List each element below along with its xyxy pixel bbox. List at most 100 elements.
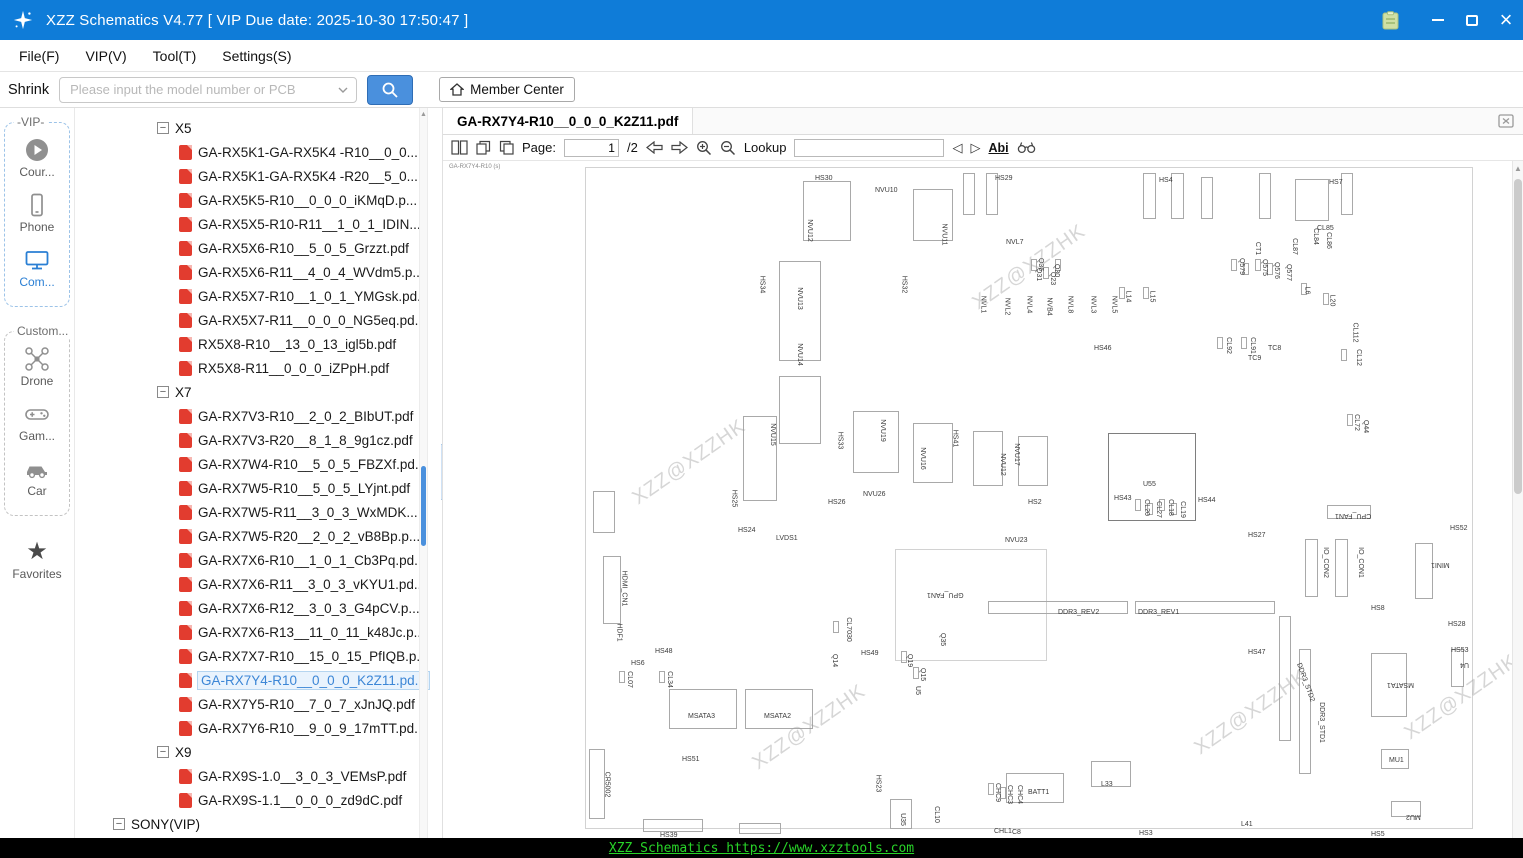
- chevron-down-icon[interactable]: [338, 87, 348, 93]
- tree-file[interactable]: GA-RX7X7-R10__15_0_15_PfIQB.p...: [75, 644, 442, 668]
- menu-toolt[interactable]: Tool(T): [140, 48, 210, 64]
- license-card-icon[interactable]: [1382, 10, 1399, 30]
- schematic-component: [643, 819, 703, 832]
- minimize-button[interactable]: [1421, 0, 1455, 40]
- close-document-icon[interactable]: [1498, 114, 1514, 128]
- tree-file[interactable]: GA-RX7Y4-R10__0_0_0_K2Z11.pd...: [75, 668, 442, 692]
- previous-page-button[interactable]: [645, 141, 663, 154]
- viewer-scrollbar-thumb[interactable]: [1514, 179, 1522, 494]
- tree-file[interactable]: GA-RX5X6-R11__4_0_4_WVdm5.p...: [75, 260, 442, 284]
- next-page-button[interactable]: [671, 141, 688, 154]
- schematic-page[interactable]: GA-RX7Y4-R10 (s) HS30 NVU10 HS29 HS4 HS7 NVU1…: [443, 161, 1523, 838]
- search-button[interactable]: [367, 74, 414, 105]
- schematic-label: IO_CON2: [1321, 547, 1329, 578]
- tree-file[interactable]: GA-RX9S-1.1__0_0_0_zd9dC.pdf: [75, 788, 442, 812]
- tree-file[interactable]: GA-RX5K5-R10__0_0_0_iKMqD.p...: [75, 188, 442, 212]
- collapse-node-icon[interactable]: −: [157, 746, 169, 758]
- schematic-label: CL18: [1166, 499, 1174, 516]
- tree-file[interactable]: GA-RX7X6-R12__3_0_3_G4pCV.p...: [75, 596, 442, 620]
- tree-file-label: RX5X8-R11__0_0_0_iZPpH.pdf: [198, 360, 390, 376]
- schematic-label: CPU_FAN1: [1335, 512, 1372, 519]
- favorites-item[interactable]: ★ Favorites: [0, 540, 74, 582]
- sidebar-item-cour[interactable]: Cour...: [5, 137, 69, 179]
- tree-file[interactable]: RX5X8-R10__13_0_13_igl5b.pdf: [75, 332, 442, 356]
- tree-file[interactable]: GA-RX7W5-R20__2_0_2_vB8Bp.p...: [75, 524, 442, 548]
- lookup-input[interactable]: [794, 138, 945, 157]
- sidebar-item-com[interactable]: Com...: [5, 247, 69, 289]
- member-center-button[interactable]: Member Center: [439, 77, 575, 102]
- custom-section-label: Custom...: [14, 324, 72, 338]
- rotate-right-button[interactable]: [499, 140, 514, 155]
- two-page-view-button[interactable]: [451, 140, 468, 155]
- shrink-button[interactable]: Shrink: [8, 82, 49, 98]
- schematic-component: [833, 621, 839, 633]
- tree-file[interactable]: GA-RX5K1-GA-RX5K4 -R10__0_0...: [75, 140, 442, 164]
- rotate-left-button[interactable]: [476, 140, 491, 155]
- tree-file[interactable]: GA-RX7X6-R11__3_0_3_vKYU1.pd...: [75, 572, 442, 596]
- phone-icon: [24, 192, 50, 218]
- collapse-node-icon[interactable]: −: [157, 122, 169, 134]
- text-select-tool[interactable]: Abi: [988, 141, 1008, 155]
- tree-file-label: GA-RX5K1-GA-RX5K4 -R20__5_0...: [198, 168, 418, 184]
- find-next-button[interactable]: ▷: [970, 140, 980, 156]
- schematic-component: [1259, 173, 1271, 219]
- file-tree-panel: − X5 GA-RX5K1-GA-RX5K4 -R10__0_0... GA-RX5K…: [75, 108, 443, 838]
- tree-group-x7[interactable]: − X7: [75, 380, 442, 404]
- schematic-label: IO_CON1: [1356, 547, 1364, 578]
- sidebar-item-phone[interactable]: Phone: [5, 192, 69, 234]
- tree-file[interactable]: GA-RX5X7-R10__1_0_1_YMGsk.pd...: [75, 284, 442, 308]
- tree-file[interactable]: GA-RX7V3-R10__2_0_2_BIbUT.pdf: [75, 404, 442, 428]
- tree-file[interactable]: GA-RX7Y6-R10__9_0_9_17mTT.pd...: [75, 716, 442, 740]
- pdf-icon: [179, 768, 192, 784]
- menu-settingss[interactable]: Settings(S): [209, 48, 304, 64]
- maximize-button[interactable]: [1455, 0, 1489, 40]
- pdf-icon: [179, 144, 192, 160]
- schematic-label: CL10: [932, 806, 940, 823]
- scroll-up-icon[interactable]: ▲: [1513, 164, 1523, 173]
- tree-file[interactable]: GA-RX5X5-R10-R11__1_0_1_IDIN...: [75, 212, 442, 236]
- advanced-search-button[interactable]: [1017, 141, 1036, 154]
- schematic-label: Q575: [1261, 258, 1269, 277]
- menu-filef[interactable]: File(F): [6, 48, 72, 64]
- tree-group-x9[interactable]: − X9: [75, 740, 442, 764]
- schematic-label: CL19: [1178, 501, 1186, 518]
- tree-file[interactable]: GA-RX5X6-R10__5_0_5_Grzzt.pdf: [75, 236, 442, 260]
- tree-scrollbar-thumb[interactable]: [421, 465, 426, 546]
- tree-file[interactable]: GA-RX9S-1.0__3_0_3_VEMsP.pdf: [75, 764, 442, 788]
- schematic-label: HS3: [1139, 830, 1153, 837]
- collapse-node-icon[interactable]: −: [113, 818, 125, 830]
- find-previous-button[interactable]: ◁: [952, 140, 962, 156]
- menu-vipv[interactable]: VIP(V): [72, 48, 139, 64]
- tree-file[interactable]: GA-RX7W5-R10__5_0_5_LYjnt.pdf: [75, 476, 442, 500]
- tree-file[interactable]: GA-RX7Y5-R10__7_0_7_xJnJQ.pdf: [75, 692, 442, 716]
- schematic-label: CL27: [1154, 501, 1162, 518]
- tree-file[interactable]: RX5X8-R11__0_0_0_iZPpH.pdf: [75, 356, 442, 380]
- tree-group-x5[interactable]: − X5: [75, 116, 442, 140]
- sidebar-item-gam[interactable]: Gam...: [5, 401, 69, 443]
- schematic-label: Q23: [1049, 271, 1057, 286]
- tree-file[interactable]: GA-RX7W5-R11__3_0_3_WxMDK...: [75, 500, 442, 524]
- tree-group-sonyvip[interactable]: − SONY(VIP): [75, 812, 442, 836]
- tree-file[interactable]: GA-RX5K1-GA-RX5K4 -R20__5_0...: [75, 164, 442, 188]
- zoom-out-button[interactable]: [720, 140, 736, 156]
- tree-file[interactable]: GA-RX7X6-R13__11_0_11_k48Jc.p...: [75, 620, 442, 644]
- viewer-scrollbar[interactable]: ▲: [1512, 161, 1523, 838]
- tree-file[interactable]: GA-RX7W4-R10__5_0_5_FBZXf.pd...: [75, 452, 442, 476]
- sidebar-item-car[interactable]: Car: [5, 456, 69, 498]
- tree-file[interactable]: GA-RX7V3-R20__8_1_8_9g1cz.pdf: [75, 428, 442, 452]
- tree-scrollbar[interactable]: ▲: [419, 108, 428, 838]
- schematic-label: HS26: [828, 499, 846, 506]
- search-input[interactable]: [60, 82, 339, 97]
- gamepad-icon: [24, 401, 50, 427]
- page-number-input[interactable]: [563, 138, 619, 157]
- tree-file[interactable]: GA-RX7X6-R10__1_0_1_Cb3Pq.pd...: [75, 548, 442, 572]
- tree-file[interactable]: GA-RX5X7-R11__0_0_0_NG5eq.pd...: [75, 308, 442, 332]
- close-button[interactable]: ×: [1489, 0, 1523, 40]
- sidebar-item-drone[interactable]: Drone: [5, 346, 69, 388]
- collapse-node-icon[interactable]: −: [157, 386, 169, 398]
- tree-file-label: GA-RX7X6-R13__11_0_11_k48Jc.p...: [198, 624, 425, 640]
- play-circle-icon: [24, 137, 50, 163]
- scroll-up-icon[interactable]: ▲: [420, 111, 427, 118]
- document-tab[interactable]: GA-RX7Y4-R10__0_0_0_K2Z11.pdf: [443, 108, 694, 134]
- zoom-in-button[interactable]: [696, 140, 712, 156]
